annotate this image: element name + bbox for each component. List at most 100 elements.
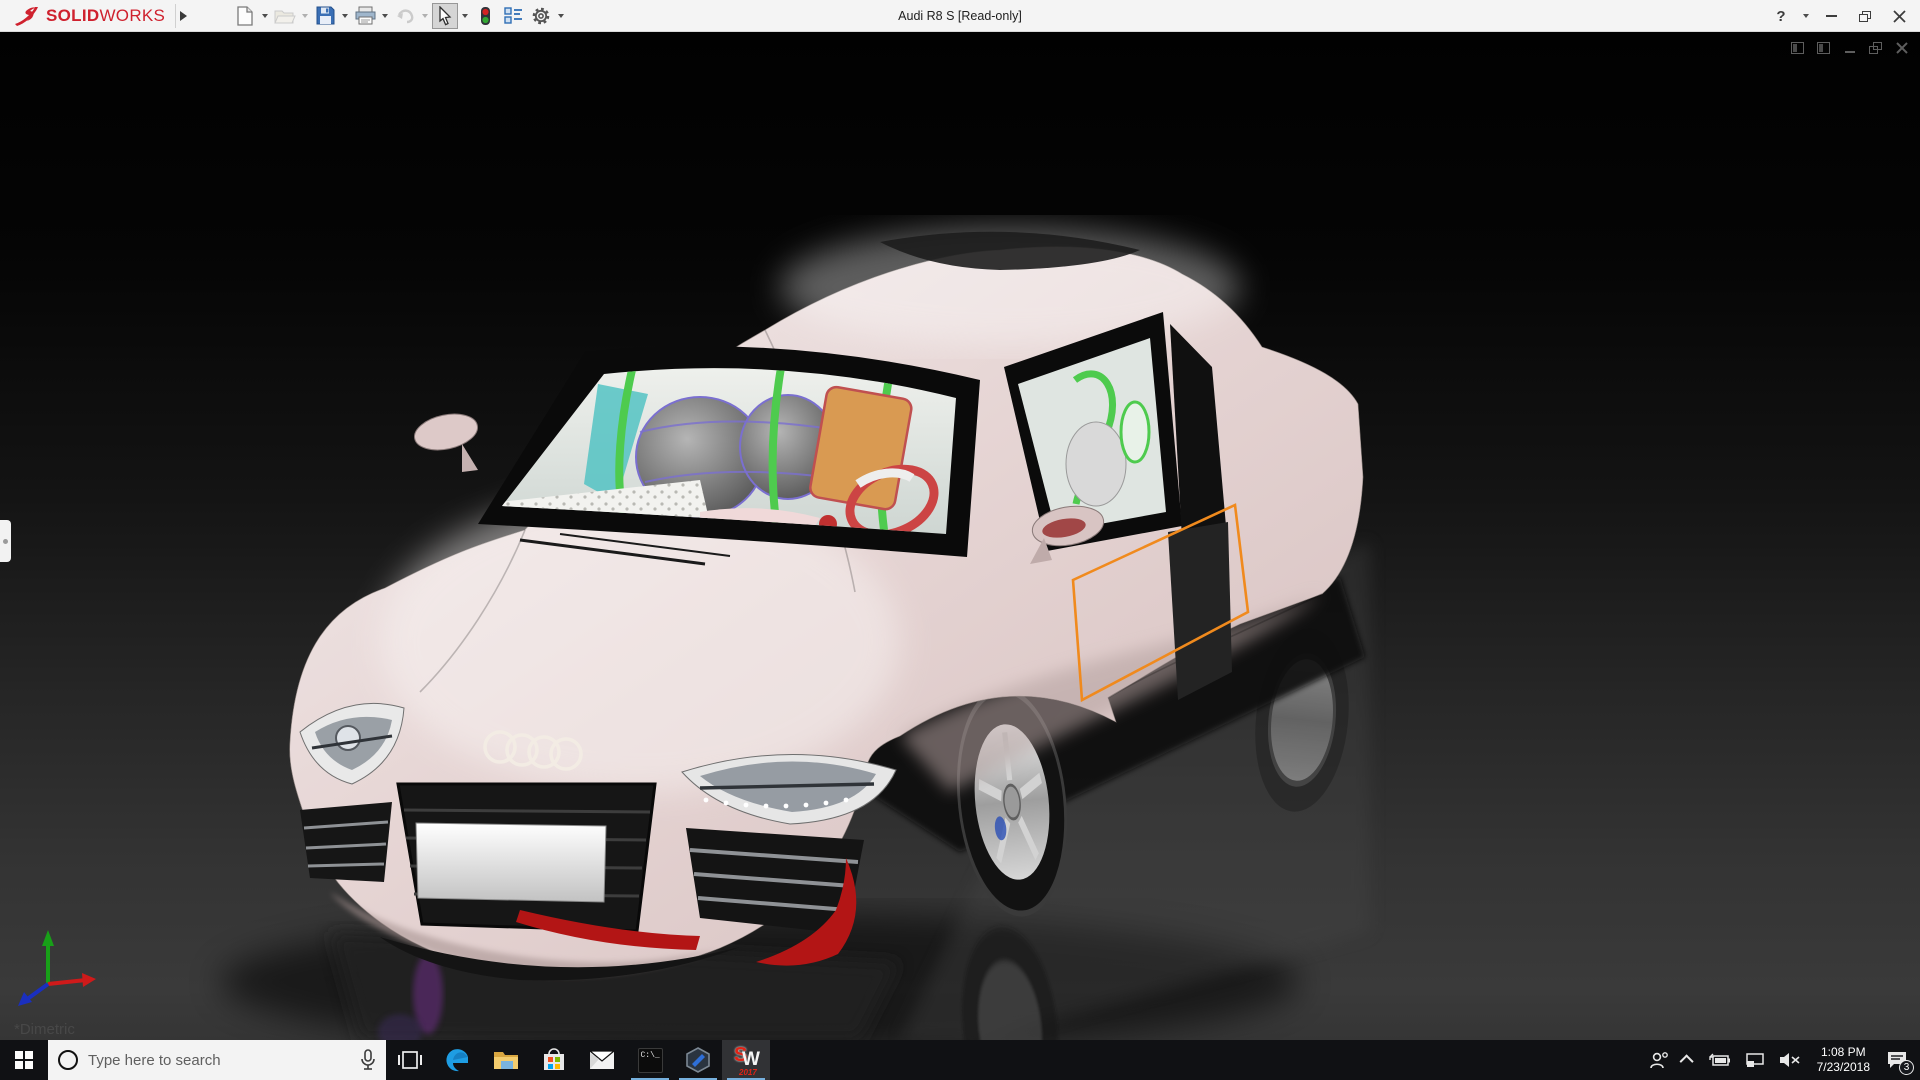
- restore-icon: [1859, 10, 1871, 22]
- network-button[interactable]: [1738, 1040, 1772, 1080]
- print-dropdown-caret[interactable]: [379, 3, 391, 29]
- doc-restore-button[interactable]: [1867, 40, 1884, 55]
- clock-time: 1:08 PM: [1820, 1045, 1866, 1059]
- file-explorer-icon: [494, 1052, 518, 1069]
- side-blade: [1168, 522, 1232, 700]
- edge-icon: [446, 1049, 468, 1072]
- network-icon: [1745, 1053, 1764, 1067]
- chevron-up-icon: [1679, 1054, 1694, 1069]
- power-button[interactable]: [1700, 1040, 1738, 1080]
- pane-left-icon: [1791, 41, 1804, 54]
- left-mirror: [414, 413, 478, 472]
- doc-close-button[interactable]: [1893, 40, 1910, 55]
- view-orientation-label: *Dimetric: [14, 1021, 75, 1038]
- system-tray: 1:08 PM 7/23/2018 3: [1642, 1040, 1920, 1080]
- toolbar-flyout-button[interactable]: [175, 3, 191, 28]
- doc-restore-icon: [1869, 41, 1882, 54]
- close-icon: [1892, 9, 1906, 23]
- volume-muted-icon: [1779, 1053, 1800, 1067]
- windows-logo-icon: [15, 1051, 33, 1069]
- cortana-icon: [58, 1050, 78, 1070]
- new-dropdown-caret[interactable]: [259, 3, 271, 29]
- restore-button[interactable]: [1850, 3, 1880, 29]
- open-dropdown-caret[interactable]: [299, 3, 311, 29]
- feature-panel-tab[interactable]: [0, 520, 11, 562]
- undo-button[interactable]: [392, 3, 418, 29]
- task-view-icon: [398, 1051, 422, 1069]
- graphics-viewport[interactable]: *Dimetric: [0, 32, 1920, 1040]
- settings-dropdown-caret[interactable]: [555, 3, 567, 29]
- show-pane-right-button[interactable]: [1815, 40, 1832, 55]
- mail-icon: [589, 1050, 615, 1069]
- store-icon: [544, 1048, 564, 1070]
- app-titlebar: SOLIDWORKS Audi R8 S [Read-only] ?: [0, 0, 1920, 32]
- traffic-light-icon: [480, 6, 490, 25]
- properties-list-icon: [503, 6, 522, 24]
- doc-minimize-icon: [1844, 50, 1855, 53]
- solidworks-logo-icon: [15, 6, 38, 26]
- windows-taskbar: C:\_ S W 2017: [0, 1040, 1920, 1080]
- people-icon: [1649, 1052, 1668, 1069]
- select-tool-button[interactable]: [432, 2, 459, 29]
- save-dropdown-caret[interactable]: [339, 3, 351, 29]
- doc-minimize-button[interactable]: [1841, 40, 1858, 55]
- new-document-icon: [237, 5, 253, 26]
- search-input[interactable]: [88, 1051, 350, 1069]
- clock-date: 7/23/2018: [1816, 1060, 1870, 1074]
- flyout-arrow-icon: [180, 10, 188, 21]
- doc-close-icon: [1895, 41, 1908, 54]
- taskbar-clock[interactable]: 1:08 PM 7/23/2018: [1808, 1045, 1879, 1075]
- minimize-button[interactable]: [1816, 3, 1846, 29]
- print-button[interactable]: [352, 3, 378, 29]
- file-explorer-button[interactable]: [482, 1040, 530, 1080]
- help-button[interactable]: ?: [1766, 3, 1796, 29]
- task-view-button[interactable]: [386, 1040, 434, 1080]
- volume-button[interactable]: [1772, 1040, 1808, 1080]
- settings-button[interactable]: [528, 3, 554, 29]
- license-plate: [415, 822, 607, 903]
- front-grille: [396, 782, 657, 933]
- open-button[interactable]: [272, 3, 298, 29]
- show-pane-left-button[interactable]: [1789, 40, 1806, 55]
- solidworks-app-icon: S W 2017: [734, 1044, 760, 1077]
- show-hidden-icons-button[interactable]: [1676, 1040, 1700, 1080]
- people-button[interactable]: [1642, 1040, 1676, 1080]
- new-document-button[interactable]: [232, 3, 258, 29]
- open-folder-icon: [274, 10, 296, 23]
- print-icon: [355, 6, 376, 25]
- select-arrow-icon: [439, 5, 452, 25]
- options-list-button[interactable]: [500, 3, 526, 29]
- minimize-icon: [1825, 15, 1837, 17]
- battery-icon: [1708, 1053, 1730, 1066]
- start-button[interactable]: [0, 1040, 48, 1080]
- undo-dropdown-caret[interactable]: [419, 3, 431, 29]
- composer-app-button[interactable]: [674, 1040, 722, 1080]
- notification-badge: 3: [1899, 1060, 1914, 1075]
- orientation-triad: [18, 930, 96, 1006]
- car-render: [220, 227, 1370, 1040]
- action-center-button[interactable]: 3: [1879, 1040, 1920, 1080]
- brand-wordmark: SOLIDWORKS: [46, 5, 166, 25]
- solidworks-taskbar-button[interactable]: S W 2017: [722, 1040, 770, 1080]
- solidworks-brand: SOLIDWORKS: [0, 4, 175, 28]
- microphone-icon[interactable]: [360, 1049, 376, 1071]
- save-button[interactable]: [312, 3, 338, 29]
- document-window-controls: [1789, 40, 1910, 55]
- pane-right-icon: [1817, 41, 1830, 54]
- undo-icon: [397, 9, 414, 24]
- save-floppy-icon: [316, 6, 335, 25]
- quick-access-toolbar: [231, 2, 567, 29]
- mail-button[interactable]: [578, 1040, 626, 1080]
- edge-taskbar-button[interactable]: [434, 1040, 482, 1080]
- hexagon-app-icon: [686, 1047, 710, 1073]
- help-dropdown-caret[interactable]: [1800, 3, 1812, 29]
- panel-tab-dot-icon: [3, 538, 8, 544]
- store-button[interactable]: [530, 1040, 578, 1080]
- select-dropdown-caret[interactable]: [459, 3, 471, 29]
- close-button[interactable]: [1884, 3, 1914, 29]
- command-prompt-icon: C:\_: [637, 1047, 663, 1073]
- taskbar-search[interactable]: [48, 1040, 386, 1080]
- command-prompt-button[interactable]: C:\_: [626, 1040, 674, 1080]
- gear-icon: [532, 7, 550, 24]
- rebuild-button[interactable]: [472, 3, 498, 29]
